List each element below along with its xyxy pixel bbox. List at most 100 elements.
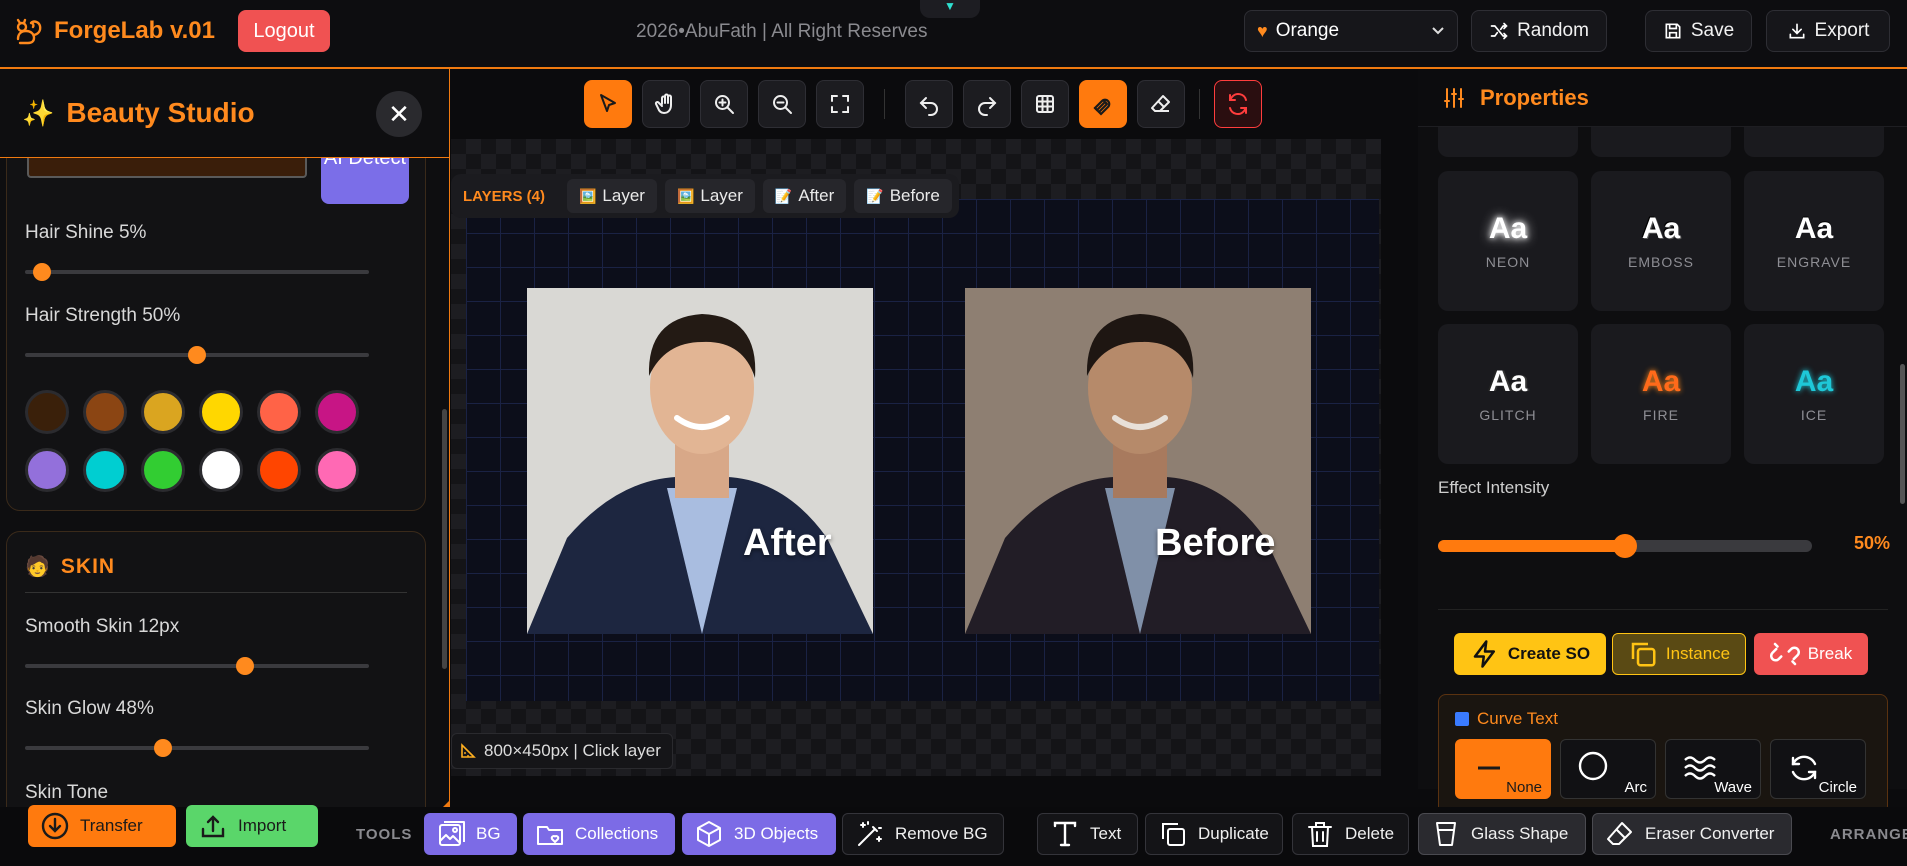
undo-button[interactable] (905, 80, 953, 128)
pan-tool-button[interactable] (642, 80, 690, 128)
redo-button[interactable] (963, 80, 1011, 128)
hair-color-swatch[interactable] (257, 390, 301, 434)
collections-button[interactable]: Collections (523, 813, 675, 855)
toolbar-divider (1199, 89, 1200, 119)
curve-circle-button[interactable]: Circle (1770, 739, 1866, 799)
create-so-label: Create SO (1507, 644, 1591, 663)
effect-card-partial[interactable] (1438, 127, 1578, 157)
slider-thumb[interactable] (236, 657, 255, 675)
circular-arrows-icon (1791, 755, 1817, 781)
collapse-toggle[interactable]: ▼ (920, 0, 980, 18)
layer-item[interactable]: 🖼️ Layer (566, 179, 657, 213)
save-button[interactable]: Save (1645, 10, 1752, 52)
layer-item[interactable]: 📝 Before (854, 179, 952, 213)
effect-glitch[interactable]: Aa GLITCH (1438, 324, 1578, 464)
smooth-skin-slider[interactable] (25, 657, 369, 675)
slider-thumb[interactable] (1613, 534, 1637, 558)
hair-color-swatch[interactable] (83, 448, 127, 492)
zoom-out-button[interactable] (758, 80, 806, 128)
layer-item[interactable]: 📝 After (762, 179, 847, 213)
curve-arc-button[interactable]: Arc (1560, 739, 1656, 799)
delete-button[interactable]: Delete (1292, 813, 1409, 855)
effect-intensity-slider[interactable] (1438, 534, 1812, 558)
logout-button[interactable]: Logout (238, 10, 330, 52)
snap-toggle-button[interactable] (1079, 80, 1127, 128)
layer-item[interactable]: 🖼️ Layer (664, 179, 755, 213)
select-tool-button[interactable] (584, 80, 632, 128)
effect-label: NEON (1485, 254, 1531, 270)
effect-intensity-value: 50% (1854, 533, 1891, 553)
before-text-layer[interactable]: Before (1155, 522, 1275, 565)
before-image-layer[interactable]: Before (965, 288, 1311, 634)
slider-fill (1438, 540, 1625, 552)
slider-thumb[interactable] (33, 263, 52, 281)
remove-bg-button[interactable]: Remove BG (842, 813, 1004, 855)
sparkles-icon: ✨ (22, 97, 55, 128)
3d-objects-button[interactable]: 3D Objects (682, 813, 836, 855)
break-button[interactable]: Break (1754, 633, 1868, 675)
break-label: Break (1807, 644, 1853, 663)
reset-button[interactable] (1214, 80, 1262, 128)
close-button[interactable]: ✕ (376, 91, 422, 137)
effect-card-partial[interactable] (1744, 127, 1884, 157)
effect-ice[interactable]: Aa ICE (1744, 324, 1884, 464)
hair-color-swatch[interactable] (83, 390, 127, 434)
slider-thumb[interactable] (188, 346, 206, 364)
glass-shape-button[interactable]: Glass Shape (1418, 813, 1586, 855)
panel-scrollbar[interactable] (442, 409, 447, 669)
text-tool-button[interactable]: Text (1037, 813, 1138, 855)
effect-engrave[interactable]: Aa ENGRAVE (1744, 171, 1884, 311)
hair-color-swatch[interactable] (25, 390, 69, 434)
import-button[interactable]: Import (186, 805, 318, 847)
remove-bg-label: Remove BG (895, 824, 988, 843)
skin-glow-slider[interactable] (25, 739, 369, 757)
hair-color-swatch[interactable] (315, 390, 359, 434)
effect-neon[interactable]: Aa NEON (1438, 171, 1578, 311)
effect-emboss[interactable]: Aa EMBOSS (1591, 171, 1731, 311)
effect-preview: Aa (1488, 365, 1528, 398)
sliders-icon (1444, 87, 1464, 108)
circle-icon (1578, 751, 1608, 781)
effect-card-partial[interactable] (1591, 127, 1731, 157)
curve-none-button[interactable]: None (1455, 739, 1551, 799)
effect-fire[interactable]: Aa FIRE (1591, 324, 1731, 464)
create-smart-object-button[interactable]: Create SO (1454, 633, 1606, 675)
slider-thumb[interactable] (153, 739, 172, 757)
duplicate-button[interactable]: Duplicate (1145, 813, 1283, 855)
hair-color-swatch[interactable] (141, 390, 185, 434)
eraser-converter-button[interactable]: Eraser Converter (1592, 813, 1792, 855)
hair-strength-slider[interactable] (25, 346, 369, 364)
hair-color-swatch[interactable] (257, 448, 301, 492)
squirrel-logo-icon (16, 18, 42, 45)
skin-glow-label: Skin Glow 48% (25, 698, 154, 719)
hair-color-swatch[interactable] (25, 448, 69, 492)
beauty-studio-title: Beauty Studio (66, 97, 255, 128)
effect-preview: Aa (1794, 365, 1834, 398)
grid-icon (1036, 95, 1054, 113)
layers-bar: LAYERS (4) 🖼️ Layer 🖼️ Layer 📝 After 📝 B… (451, 174, 959, 218)
shuffle-icon (1490, 22, 1508, 40)
hair-color-swatch[interactable] (141, 448, 185, 492)
curve-wave-button[interactable]: Wave (1665, 739, 1761, 799)
curve-text-title: Curve Text (1455, 709, 1558, 729)
grid-toggle-button[interactable] (1021, 80, 1069, 128)
after-image-layer[interactable]: After (527, 288, 873, 634)
unlink-icon (1769, 642, 1800, 666)
fit-screen-button[interactable] (816, 80, 864, 128)
bg-button[interactable]: BG (424, 813, 517, 855)
hair-shine-slider[interactable] (25, 263, 369, 281)
panel-scrollbar[interactable] (1900, 364, 1905, 504)
instance-button[interactable]: Instance (1612, 633, 1746, 675)
theme-select[interactable]: ♥ Orange (1244, 10, 1458, 52)
transfer-button[interactable]: Transfer (28, 805, 176, 847)
layer-label: Layer (700, 186, 743, 205)
zoom-in-button[interactable] (700, 80, 748, 128)
hair-color-swatch[interactable] (315, 448, 359, 492)
eraser-tool-button[interactable] (1137, 80, 1185, 128)
after-text-layer[interactable]: After (743, 522, 832, 565)
hair-color-swatch[interactable] (199, 390, 243, 434)
hair-color-swatch[interactable] (199, 448, 243, 492)
random-button[interactable]: Random (1471, 10, 1607, 52)
glass-shape-label: Glass Shape (1471, 824, 1569, 843)
export-button[interactable]: Export (1766, 10, 1890, 52)
